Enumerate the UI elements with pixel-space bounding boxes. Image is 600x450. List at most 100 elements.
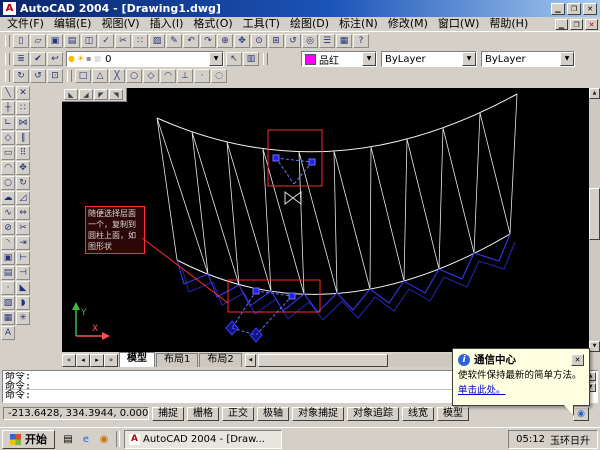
snap-tangent-icon[interactable]: ◠ xyxy=(160,69,176,83)
toolbar-grip-2[interactable] xyxy=(5,53,10,65)
minimize-button[interactable]: ▁ xyxy=(551,3,565,15)
redraw-icon[interactable]: ↻ xyxy=(13,69,29,83)
spline-icon[interactable]: ∿ xyxy=(1,206,15,220)
ellipse-icon[interactable]: ⊘ xyxy=(1,221,15,235)
make-object-layer-current-icon[interactable]: ↖ xyxy=(226,52,242,66)
cut-icon[interactable]: ✂ xyxy=(115,34,131,48)
point-icon[interactable]: · xyxy=(1,281,15,295)
ortho-toggle[interactable]: 正交 xyxy=(222,407,254,421)
undo-icon[interactable]: ↶ xyxy=(183,34,199,48)
revision-cloud-icon[interactable]: ☁ xyxy=(1,191,15,205)
mtext-icon[interactable]: A xyxy=(1,326,15,340)
mdi-close-button[interactable]: ✕ xyxy=(585,19,598,30)
layer-combo[interactable]: ●☀▪■ 0 ▼ xyxy=(66,51,224,67)
snap-quadrant-icon[interactable]: ◇ xyxy=(143,69,159,83)
make-layer-current-icon[interactable]: ✔ xyxy=(30,52,46,66)
snap-intersection-icon[interactable]: ╳ xyxy=(109,69,125,83)
spelling-icon[interactable]: ✓ xyxy=(98,34,114,48)
menu-help[interactable]: 帮助(H) xyxy=(484,17,533,31)
menu-insert[interactable]: 插入(I) xyxy=(145,17,189,31)
line-icon[interactable]: ╲ xyxy=(1,86,15,100)
plot-preview-icon[interactable]: ◫ xyxy=(81,34,97,48)
show-desktop-icon[interactable]: ▤ xyxy=(60,432,76,447)
erase-icon[interactable]: ✕ xyxy=(16,86,30,100)
close-button[interactable]: ✕ xyxy=(583,3,597,15)
linetype-combo[interactable]: ByLayer ▼ xyxy=(381,51,477,67)
menu-edit[interactable]: 编辑(E) xyxy=(49,17,97,31)
construction-line-icon[interactable]: ┼ xyxy=(1,101,15,115)
drawing-canvas[interactable]: Y X ◣◢◤◥ 随便选择层面一个，复制到圆柱上面，如图形状 xyxy=(62,88,589,352)
snap-endpoint-icon[interactable]: □ xyxy=(75,69,91,83)
break-icon[interactable]: ⊣ xyxy=(16,266,30,280)
zoom-realtime-icon[interactable]: ⊙ xyxy=(251,34,267,48)
menu-format[interactable]: 格式(O) xyxy=(188,17,237,31)
snap-midpoint-icon[interactable]: △ xyxy=(92,69,108,83)
open-icon[interactable]: ▱ xyxy=(30,34,46,48)
menu-draw[interactable]: 绘图(D) xyxy=(285,17,334,31)
match-properties-icon[interactable]: ✎ xyxy=(166,34,182,48)
zoom-window-icon[interactable]: ⊞ xyxy=(268,34,284,48)
zoom-extents-icon[interactable]: ⊡ xyxy=(47,69,63,83)
aerial-view-icon[interactable]: ◎ xyxy=(302,34,318,48)
menu-tools[interactable]: 工具(T) xyxy=(238,17,285,31)
chamfer-icon[interactable]: ◣ xyxy=(16,281,30,295)
snap-nearest-icon[interactable]: ◌ xyxy=(211,69,227,83)
save-icon[interactable]: ▣ xyxy=(47,34,63,48)
shade-hidden-icon[interactable]: ◤ xyxy=(94,89,108,100)
snap-perpendicular-icon[interactable]: ⊥ xyxy=(177,69,193,83)
vscroll-thumb[interactable] xyxy=(589,188,600,240)
toolbar-grip-4[interactable] xyxy=(5,70,10,82)
copy-icon[interactable]: ∷ xyxy=(132,34,148,48)
color-combo-arrow[interactable]: ▼ xyxy=(362,52,376,66)
arc-icon[interactable]: ◠ xyxy=(1,161,15,175)
fillet-icon[interactable]: ◗ xyxy=(16,296,30,310)
mirror-icon[interactable]: ⋈ xyxy=(16,116,30,130)
array-icon[interactable]: ⠿ xyxy=(16,146,30,160)
restore-button[interactable]: ❐ xyxy=(567,3,581,15)
polyline-icon[interactable]: ∟ xyxy=(1,116,15,130)
rectangle-icon[interactable]: ▭ xyxy=(1,146,15,160)
tab-model[interactable]: 模型 xyxy=(119,352,155,367)
layer-previous-icon[interactable]: ↩ xyxy=(47,52,63,66)
toolbar-grip-5[interactable] xyxy=(67,70,72,82)
make-block-icon[interactable]: ▤ xyxy=(1,266,15,280)
ellipse-arc-icon[interactable]: ◝ xyxy=(1,236,15,250)
toolbar-grip-3[interactable] xyxy=(263,53,268,65)
model-toggle[interactable]: 模型 xyxy=(437,407,469,421)
region-icon[interactable]: ▦ xyxy=(1,311,15,325)
internet-explorer-icon[interactable]: e xyxy=(78,432,94,447)
polar-toggle[interactable]: 极轴 xyxy=(257,407,289,421)
properties-icon[interactable]: ☰ xyxy=(319,34,335,48)
lineweight-toggle[interactable]: 线宽 xyxy=(402,407,434,421)
vscroll-up-button[interactable]: ▲ xyxy=(589,88,600,99)
regen-icon[interactable]: ↺ xyxy=(30,69,46,83)
shade-wireframe-icon[interactable]: ◥ xyxy=(109,89,123,100)
vscroll-down-button[interactable]: ▼ xyxy=(589,341,600,352)
polygon-icon[interactable]: ◇ xyxy=(1,131,15,145)
start-button[interactable]: 开始 xyxy=(2,430,55,449)
menu-view[interactable]: 视图(V) xyxy=(96,17,144,31)
extend-icon[interactable]: ⇥ xyxy=(16,236,30,250)
layer-combo-arrow[interactable]: ▼ xyxy=(209,52,223,66)
tab-layout2[interactable]: 布局2 xyxy=(199,353,241,367)
canvas-vscrollbar[interactable]: ▲ ▼ xyxy=(589,88,600,352)
otrack-toggle[interactable]: 对象追踪 xyxy=(347,407,399,421)
lineweight-combo-arrow[interactable]: ▼ xyxy=(560,52,574,66)
snap-toggle[interactable]: 捕捉 xyxy=(152,407,184,421)
tab-scroll-first[interactable]: « xyxy=(62,354,76,367)
mdi-minimize-button[interactable]: ▁ xyxy=(555,19,568,30)
trim-icon[interactable]: ✂ xyxy=(16,221,30,235)
balloon-link[interactable]: 单击此处。 xyxy=(458,382,506,396)
osnap-toggle[interactable]: 对象捕捉 xyxy=(292,407,344,421)
zoom-previous-icon[interactable]: ↺ xyxy=(285,34,301,48)
designcenter-icon[interactable]: ▦ xyxy=(336,34,352,48)
scale-icon[interactable]: ◿ xyxy=(16,191,30,205)
toolbar-grip-1[interactable] xyxy=(5,35,10,47)
lineweight-combo[interactable]: ByLayer ▼ xyxy=(481,51,575,67)
hatch-icon[interactable]: ▨ xyxy=(1,296,15,310)
menu-dimension[interactable]: 标注(N) xyxy=(334,17,383,31)
balloon-close-button[interactable]: ✕ xyxy=(571,354,584,366)
snap-node-icon[interactable]: · xyxy=(194,69,210,83)
snap-center-icon[interactable]: ○ xyxy=(126,69,142,83)
hyperlink-icon[interactable]: ⊕ xyxy=(217,34,233,48)
